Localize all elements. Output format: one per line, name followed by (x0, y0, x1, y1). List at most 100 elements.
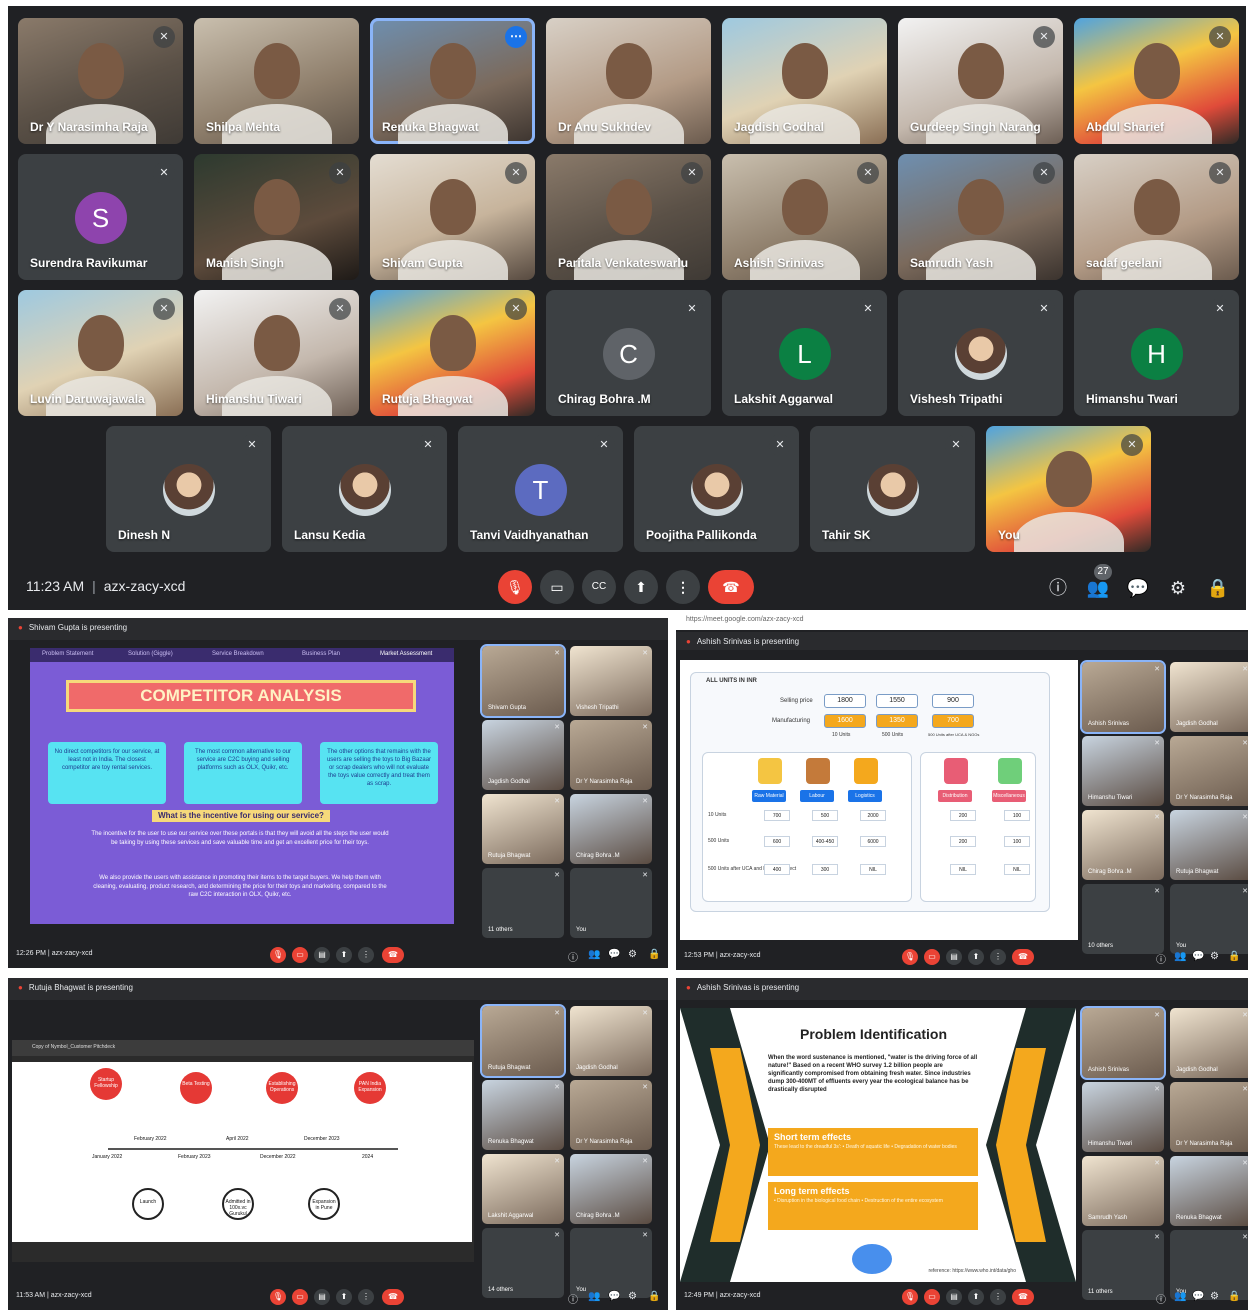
info-icon[interactable]: ⓘ (568, 949, 578, 964)
participant-tile[interactable]: ✕ Vishesh Tripathi (898, 290, 1063, 416)
present-screen-icon[interactable]: ⬆ (968, 949, 984, 965)
participant-tile[interactable]: ✕ Vishesh Tripathi (570, 646, 652, 716)
participant-tile[interactable]: H ✕ Himanshu Twari (1074, 290, 1239, 416)
participant-tile[interactable]: ✕ Jagdish Godhal (1170, 1008, 1248, 1078)
participant-tile[interactable]: ✕ Lansu Kedia (282, 426, 447, 552)
participant-tile[interactable]: ✕ Himanshu Tiwari (1082, 736, 1164, 806)
mic-off-icon[interactable]: 🎙 (270, 1289, 286, 1305)
info-icon[interactable]: ⓘ (568, 1291, 578, 1306)
participant-tile[interactable]: ✕ Himanshu Tiwari (1082, 1082, 1164, 1152)
participant-tile[interactable]: ✕ Shivam Gupta (480, 644, 566, 718)
participant-tile[interactable]: Shilpa Mehta (194, 18, 359, 144)
more-options-icon[interactable]: ⋮ (358, 947, 374, 963)
participant-tile[interactable]: ✕ Poojitha Pallikonda (634, 426, 799, 552)
info-icon[interactable]: ⓘ (1156, 1291, 1166, 1306)
participant-tile[interactable]: ✕ Abdul Sharief (1074, 18, 1239, 144)
participant-tile[interactable]: ✕ You (570, 868, 652, 938)
end-call-button[interactable]: ☎ (382, 1289, 404, 1305)
tile-options-icon[interactable]: ⋯ (505, 26, 527, 48)
participant-tile[interactable]: ✕ Dr Y Narasimha Raja (1170, 736, 1248, 806)
host-controls-icon[interactable]: 🔒 (648, 949, 660, 960)
camera-off-icon[interactable]: ▭ (924, 949, 940, 965)
people-icon[interactable]: 👥 27 (1084, 564, 1112, 602)
participant-tile[interactable]: ✕ Samrudh Yash (898, 154, 1063, 280)
chat-icon[interactable]: 💬 (1192, 951, 1204, 962)
host-controls-icon[interactable]: 🔒 (1204, 574, 1232, 602)
participant-tile[interactable]: ✕ Rutuja Bhagwat (370, 290, 535, 416)
captions-icon[interactable]: ▤ (314, 1289, 330, 1305)
participant-tile[interactable]: ✕ You (986, 426, 1151, 552)
participant-tile[interactable]: ✕ Chirag Bohra .M (570, 794, 652, 864)
participant-tile[interactable]: ✕ Dr Y Narasimha Raja (570, 1080, 652, 1150)
participant-tile[interactable]: ✕ Chirag Bohra .M (1082, 810, 1164, 880)
participant-tile[interactable]: ✕ 11 others (482, 868, 564, 938)
mic-off-icon[interactable]: 🎙 (902, 949, 918, 965)
chat-icon[interactable]: 💬 (1192, 1291, 1204, 1302)
activities-icon[interactable]: ⚙ (1210, 1291, 1219, 1302)
participant-tile[interactable]: L ✕ Lakshit Aggarwal (722, 290, 887, 416)
present-screen-icon[interactable]: ⬆ (968, 1289, 984, 1305)
info-icon[interactable]: ⓘ (1156, 951, 1166, 966)
participant-tile[interactable]: ✕ Renuka Bhagwat (1170, 1156, 1248, 1226)
present-screen-icon[interactable]: ⬆ (336, 947, 352, 963)
people-icon[interactable]: 👥 (588, 1291, 600, 1302)
people-icon[interactable]: 👥 (1174, 1291, 1186, 1302)
more-options-icon[interactable]: ⋮ (666, 570, 700, 604)
participant-tile[interactable]: ✕ Tahir SK (810, 426, 975, 552)
more-options-icon[interactable]: ⋮ (990, 949, 1006, 965)
mic-off-icon[interactable]: 🎙 (902, 1289, 918, 1305)
participant-tile[interactable]: ✕ sadaf geelani (1074, 154, 1239, 280)
participant-tile[interactable]: S ✕ Surendra Ravikumar (18, 154, 183, 280)
captions-icon[interactable]: ▤ (946, 949, 962, 965)
end-call-button[interactable]: ☎ (1012, 1289, 1034, 1305)
host-controls-icon[interactable]: 🔒 (1228, 951, 1240, 962)
participant-tile[interactable]: Dr Anu Sukhdev (546, 18, 711, 144)
captions-icon[interactable]: CC (582, 570, 616, 604)
participant-tile[interactable]: ✕ Jagdish Godhal (1170, 662, 1248, 732)
activities-icon[interactable]: ⚙ (1210, 951, 1219, 962)
captions-icon[interactable]: ▤ (314, 947, 330, 963)
participant-tile[interactable]: ✕ Ashish Srinivas (722, 154, 887, 280)
camera-icon[interactable]: ▭ (540, 570, 574, 604)
info-icon[interactable]: ⓘ (1044, 574, 1072, 602)
host-controls-icon[interactable]: 🔒 (648, 1291, 660, 1302)
activities-icon[interactable]: ⚙ (628, 1291, 637, 1302)
captions-icon[interactable]: ▤ (946, 1289, 962, 1305)
more-options-icon[interactable]: ⋮ (358, 1289, 374, 1305)
chat-icon[interactable]: 💬 (608, 1291, 620, 1302)
mic-off-icon[interactable]: 🎙 (270, 947, 286, 963)
participant-tile[interactable]: ✕ Dr Y Narasimha Raja (1170, 1082, 1248, 1152)
participant-tile[interactable]: ✕ Luvin Daruwajawala (18, 290, 183, 416)
more-options-icon[interactable]: ⋮ (990, 1289, 1006, 1305)
participant-tile[interactable]: ✕ Jagdish Godhal (482, 720, 564, 790)
people-icon[interactable]: 👥 (588, 949, 600, 960)
participant-tile[interactable]: ✕ Jagdish Godhal (570, 1006, 652, 1076)
mic-off-icon[interactable]: 🎙 (498, 570, 532, 604)
participant-tile[interactable]: ✕ Rutuja Bhagwat (480, 1004, 566, 1078)
participant-tile[interactable]: ✕ Gurdeep Singh Narang (898, 18, 1063, 144)
participant-tile[interactable]: ✕ Ashish Srinivas (1080, 1006, 1166, 1080)
participant-tile[interactable]: ✕ Himanshu Tiwari (194, 290, 359, 416)
participant-tile[interactable]: ✕ Dr Y Narasimha Raja (18, 18, 183, 144)
participant-tile[interactable]: T ✕ Tanvi Vaidhyanathan (458, 426, 623, 552)
camera-off-icon[interactable]: ▭ (292, 1289, 308, 1305)
chat-icon[interactable]: 💬 (1124, 574, 1152, 602)
end-call-button[interactable]: ☎ (1012, 949, 1034, 965)
participant-tile[interactable]: ✕ Dr Y Narasimha Raja (570, 720, 652, 790)
participant-tile[interactable]: ✕ Paritala Venkateswarlu (546, 154, 711, 280)
participant-tile[interactable]: ✕ Lakshit Aggarwal (482, 1154, 564, 1224)
end-call-button[interactable]: ☎ (382, 947, 404, 963)
present-screen-icon[interactable]: ⬆ (336, 1289, 352, 1305)
participant-tile[interactable]: ⋯ Renuka Bhagwat (370, 18, 535, 144)
participant-tile[interactable]: ✕ Rutuja Bhagwat (1170, 810, 1248, 880)
present-screen-icon[interactable]: ⬆ (624, 570, 658, 604)
participant-tile[interactable]: ✕ Samrudh Yash (1082, 1156, 1164, 1226)
camera-off-icon[interactable]: ▭ (292, 947, 308, 963)
activities-icon[interactable]: ⚙ (628, 949, 637, 960)
end-call-button[interactable]: ☎ (708, 570, 754, 604)
camera-off-icon[interactable]: ▭ (924, 1289, 940, 1305)
chat-icon[interactable]: 💬 (608, 949, 620, 960)
participant-tile[interactable]: ✕ Ashish Srinivas (1080, 660, 1166, 734)
participant-tile[interactable]: ✕ Shivam Gupta (370, 154, 535, 280)
participant-tile[interactable]: ✕ Rutuja Bhagwat (482, 794, 564, 864)
